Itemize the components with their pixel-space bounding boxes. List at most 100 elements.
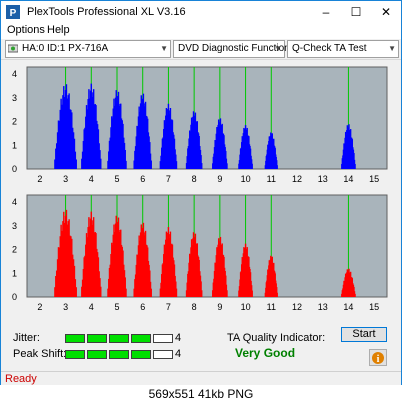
- app-icon: P: [6, 5, 20, 19]
- toolbar: HA:0 ID:1 PX-716A ▼ DVD Diagnostic Funct…: [1, 39, 401, 60]
- info-button[interactable]: i: [369, 349, 387, 366]
- chart-bar: [175, 288, 178, 297]
- test-select[interactable]: Q-Check TA Test ▼: [287, 40, 399, 58]
- x-tick-label: 9: [217, 174, 222, 184]
- y-tick-label: 1: [12, 268, 17, 278]
- x-tick-label: 2: [37, 302, 42, 312]
- function-select[interactable]: DVD Diagnostic Functions ▼: [173, 40, 295, 58]
- jitter-value: 4: [175, 332, 182, 344]
- chart-bar: [125, 288, 127, 297]
- chevron-down-icon: ▼: [388, 44, 396, 53]
- quality-value: Very Good: [235, 346, 296, 360]
- x-tick-label: 6: [140, 174, 145, 184]
- test-select-value: Q-Check TA Test: [292, 43, 367, 54]
- meter-cell: [87, 334, 107, 343]
- meter-cell: [109, 350, 129, 359]
- chart-bar: [75, 159, 77, 169]
- svg-text:P: P: [10, 8, 17, 19]
- chevron-down-icon: ▼: [160, 44, 168, 53]
- chart-bar: [251, 163, 253, 169]
- x-tick-label: 4: [89, 302, 94, 312]
- drive-icon: [8, 44, 18, 53]
- maximize-button[interactable]: ☐: [341, 1, 371, 23]
- menu-help[interactable]: Help: [47, 24, 70, 36]
- y-tick-label: 4: [12, 69, 17, 79]
- meter-cell: [131, 334, 151, 343]
- chart-bar: [100, 286, 102, 297]
- drive-select-value: HA:0 ID:1 PX-716A: [22, 43, 109, 54]
- chart-bar: [226, 290, 228, 297]
- top-chart: 012342 3 4 5 6 7 8 9 10 11 12 13 14 15: [12, 66, 388, 184]
- x-tick-label: 5: [114, 174, 119, 184]
- chart-bar: [150, 288, 152, 297]
- x-tick-label: 2: [37, 174, 42, 184]
- peak-shift-meter: [65, 350, 173, 359]
- y-tick-label: 0: [12, 292, 17, 302]
- chart-bar: [100, 158, 102, 169]
- meter-cell: [131, 350, 151, 359]
- status-bar: Ready: [1, 371, 401, 386]
- chart-bar: [226, 163, 228, 169]
- close-button[interactable]: ✕: [371, 1, 401, 23]
- chart-bar: [175, 161, 178, 169]
- chevron-down-icon: ▼: [274, 44, 282, 53]
- y-tick-label: 1: [12, 140, 17, 150]
- x-tick-label: 15: [369, 174, 379, 184]
- x-tick-label: 15: [369, 302, 379, 312]
- chart-bar: [354, 163, 356, 169]
- x-tick-label: 11: [267, 174, 276, 184]
- app-window: P PlexTools Professional XL V3.16 – ☐ ✕ …: [0, 0, 402, 386]
- x-tick-label: 12: [292, 174, 302, 184]
- meter-cell: [65, 334, 85, 343]
- y-tick-label: 2: [12, 117, 17, 127]
- info-icon: i: [372, 352, 384, 365]
- chart-bar: [276, 165, 278, 169]
- meter-cell: [153, 334, 173, 343]
- x-tick-label: 9: [217, 302, 222, 312]
- chart-bar: [75, 287, 77, 297]
- x-tick-label: 12: [292, 302, 302, 312]
- menu-options[interactable]: Options: [7, 24, 45, 36]
- y-tick-label: 4: [12, 197, 17, 207]
- x-tick-label: 6: [140, 302, 145, 312]
- chart-bar: [201, 290, 203, 297]
- meter-cell: [65, 350, 85, 359]
- jitter-meter: [65, 334, 173, 343]
- x-tick-label: 14: [343, 174, 353, 184]
- x-tick-label: 10: [241, 302, 251, 312]
- status-text: Ready: [5, 373, 37, 385]
- y-tick-label: 0: [12, 164, 17, 174]
- minimize-button[interactable]: –: [311, 1, 341, 23]
- x-tick-label: 4: [89, 174, 94, 184]
- peak-shift-label: Peak Shift:: [13, 348, 67, 360]
- x-tick-label: 13: [318, 302, 328, 312]
- y-tick-label: 2: [12, 245, 17, 255]
- y-tick-label: 3: [12, 93, 17, 103]
- start-button[interactable]: Start: [341, 327, 387, 342]
- chart-bar: [354, 293, 356, 297]
- chart-bar: [201, 163, 203, 169]
- svg-text:i: i: [377, 354, 380, 365]
- meter-cell: [153, 350, 173, 359]
- x-tick-label: 11: [267, 302, 276, 312]
- x-tick-label: 10: [241, 174, 251, 184]
- plot-area: [26, 66, 388, 170]
- x-tick-label: 3: [63, 302, 68, 312]
- x-tick-label: 14: [343, 302, 353, 312]
- x-tick-label: 7: [166, 174, 171, 184]
- window-title: PlexTools Professional XL V3.16: [27, 6, 186, 18]
- x-tick-label: 8: [192, 174, 197, 184]
- chart-bar: [276, 292, 278, 297]
- drive-select[interactable]: HA:0 ID:1 PX-716A ▼: [5, 40, 171, 58]
- image-caption: 569x551 41kb PNG: [0, 385, 402, 404]
- x-tick-label: 8: [192, 302, 197, 312]
- x-tick-label: 13: [318, 174, 328, 184]
- meter-cell: [109, 334, 129, 343]
- x-tick-label: 3: [63, 174, 68, 184]
- chart-bar: [150, 160, 152, 169]
- y-tick-label: 3: [12, 221, 17, 231]
- meter-cell: [87, 350, 107, 359]
- x-tick-label: 5: [114, 302, 119, 312]
- chart-bar: [125, 160, 127, 169]
- x-tick-label: 7: [166, 302, 171, 312]
